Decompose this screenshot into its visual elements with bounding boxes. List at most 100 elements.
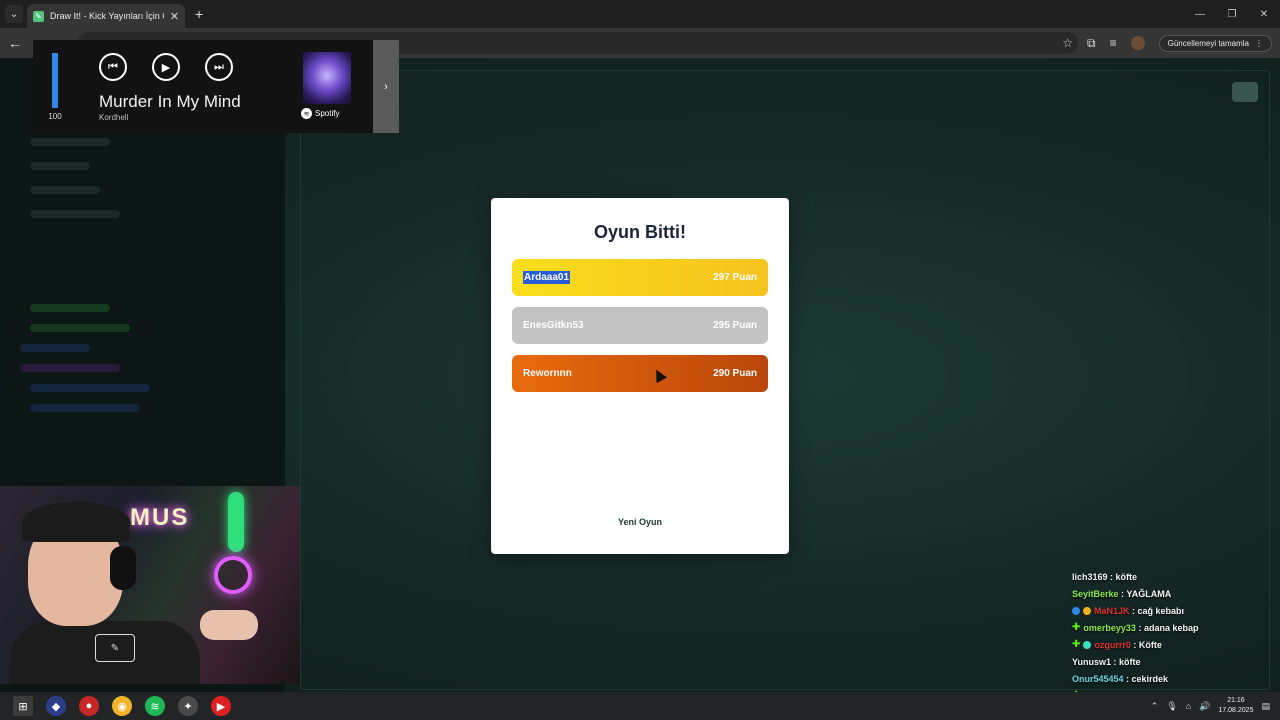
tab-search-icon[interactable]: ⌄ bbox=[5, 5, 23, 23]
profile-avatar[interactable] bbox=[1130, 36, 1145, 50]
chat-badge-icon bbox=[1083, 640, 1092, 649]
volume-bar[interactable] bbox=[52, 53, 58, 108]
chat-text: cağ kebabı bbox=[1137, 605, 1185, 616]
settings-button[interactable] bbox=[1232, 82, 1258, 102]
player-name: Rewornnn bbox=[523, 368, 572, 379]
player-score: 295 Puan bbox=[713, 320, 757, 331]
media-control-icon[interactable]: ≡ bbox=[1110, 36, 1117, 50]
chat-separator: : bbox=[1129, 605, 1138, 616]
notification-icon[interactable]: ▤ bbox=[1261, 701, 1270, 712]
chat-username[interactable]: omerbeyy33 bbox=[1083, 623, 1136, 633]
rank-row-first: Ardaaa01 297 Puan bbox=[512, 259, 768, 296]
chat-text: Köfte bbox=[1138, 639, 1162, 650]
game-over-card: Oyun Bitti! Ardaaa01 297 Puan EnesGitkn5… bbox=[491, 198, 789, 554]
chat-message: lich3169 : köfte bbox=[1072, 568, 1272, 585]
chat-badge-icon bbox=[1072, 606, 1080, 615]
volume-icon[interactable]: 🔊 bbox=[1199, 701, 1210, 712]
update-button[interactable]: Güncellemeyi tamamla ⋮ bbox=[1158, 34, 1272, 52]
clock-time: 21:16 bbox=[1227, 697, 1245, 704]
chat-username[interactable]: lich3169 bbox=[1072, 572, 1108, 582]
chat-message: ✚ omerbeyy33 : adana kebap bbox=[1072, 619, 1272, 636]
tab-title: Draw It! - Kick Yayınları İçin Çizim bbox=[50, 11, 164, 21]
chat-text: cekirdek bbox=[1131, 673, 1169, 684]
song-artist: Kordhell bbox=[99, 113, 129, 122]
chat-separator: : bbox=[1123, 673, 1132, 684]
rank-row-third: Rewornnn 290 Puan bbox=[512, 355, 768, 392]
taskbar-app-icon[interactable]: ✦ bbox=[178, 696, 198, 716]
chat-username[interactable]: Onur545454 bbox=[1072, 674, 1124, 684]
start-menu-icon[interactable]: ⊞ bbox=[13, 696, 33, 716]
update-button-label: Güncellemeyi tamamla bbox=[1167, 38, 1249, 48]
headset bbox=[110, 546, 136, 590]
youtube-icon[interactable]: ▶ bbox=[211, 696, 231, 716]
chat-text: köfte bbox=[1119, 656, 1141, 667]
subscriber-badge-icon: ✚ bbox=[1072, 639, 1081, 650]
browser-tab-bar: ⌄ ✎ Draw It! - Kick Yayınları İçin Çizim… bbox=[0, 0, 1280, 28]
expand-widget-button[interactable]: › bbox=[373, 40, 399, 133]
chat-username[interactable]: SeyitBerke bbox=[1072, 589, 1119, 599]
chat-text: köfte bbox=[1115, 571, 1138, 582]
chat-badge-icon bbox=[1083, 606, 1091, 615]
chat-separator: : bbox=[1135, 622, 1144, 633]
tab-favicon-icon: ✎ bbox=[33, 10, 44, 22]
clock[interactable]: 21:16 17.08.2025 bbox=[1218, 696, 1253, 716]
chat-message: Yunusw1 : köfte bbox=[1072, 653, 1272, 670]
streamer-cap bbox=[22, 502, 130, 542]
chat-separator: : bbox=[1118, 588, 1127, 599]
chat-username[interactable]: ozgurrr0 bbox=[1094, 640, 1131, 650]
window-controls: — ❐ ✕ bbox=[1184, 0, 1280, 28]
minimize-button[interactable]: — bbox=[1184, 0, 1216, 28]
song-title: Murder In My Mind bbox=[99, 92, 241, 111]
player-score: 290 Puan bbox=[713, 368, 757, 379]
volume-bar-fill bbox=[52, 53, 58, 108]
chat-username[interactable]: MaN1JK bbox=[1094, 606, 1130, 616]
game-over-title: Oyun Bitti! bbox=[594, 222, 686, 242]
chat-message: ✚ ozgurrr0 : Köfte bbox=[1072, 636, 1272, 653]
extensions-icon[interactable]: ⧉ bbox=[1087, 36, 1096, 51]
neon-cactus bbox=[228, 492, 244, 552]
subscriber-badge-icon: ✚ bbox=[1072, 622, 1081, 633]
neon-sign: MUS bbox=[130, 504, 190, 531]
streamer-hand bbox=[200, 610, 258, 640]
back-button[interactable]: ← bbox=[8, 35, 24, 51]
next-track-button[interactable]: ⏭ bbox=[205, 53, 233, 81]
taskbar-app-icon[interactable]: ◆ bbox=[46, 696, 66, 716]
play-button[interactable]: ▶ bbox=[152, 53, 180, 81]
player-name: EnesGitkn53 bbox=[523, 320, 584, 331]
spotify-brand: ≋ Spotify bbox=[301, 108, 339, 119]
player-name: Ardaaa01 bbox=[523, 271, 571, 284]
chat-message: Onur545454 : cekirdek bbox=[1072, 670, 1272, 687]
chat-message: SeyitBerke : YAĞLAMA bbox=[1072, 585, 1272, 602]
bookmark-star-icon[interactable]: ☆ bbox=[1062, 36, 1073, 50]
chat-text: adana kebap bbox=[1143, 622, 1199, 633]
system-tray: ⌃ 🎙 ⌂ 🔊 21:16 17.08.2025 ▤ bbox=[1151, 692, 1270, 720]
restore-button[interactable]: ❐ bbox=[1216, 0, 1248, 28]
network-icon[interactable]: ⌂ bbox=[1186, 701, 1191, 711]
album-art bbox=[303, 52, 351, 104]
volume-value: 100 bbox=[48, 112, 62, 121]
spotify-taskbar-icon[interactable]: ≋ bbox=[145, 696, 165, 716]
player-score: 297 Puan bbox=[713, 272, 757, 283]
taskbar: ⊞ ◆ ● ◉ ≋ ✦ ▶ ⌃ 🎙 ⌂ 🔊 21:16 17.08.2025 ▤ bbox=[0, 692, 1280, 720]
chat-overlay: lich3169 : köfte SeyitBerke : YAĞLAMA MaN1… bbox=[1072, 568, 1272, 704]
chat-separator: : bbox=[1107, 571, 1116, 582]
tab-close-icon[interactable]: ✕ bbox=[170, 10, 179, 23]
chat-message: MaN1JK : cağ kebabı bbox=[1072, 602, 1272, 619]
tray-chevron-icon[interactable]: ⌃ bbox=[1151, 701, 1159, 712]
new-tab-button[interactable]: + bbox=[195, 6, 203, 22]
chat-username[interactable]: Yunusw1 bbox=[1072, 657, 1111, 667]
spotify-brand-label: Spotify bbox=[315, 109, 340, 118]
spotify-logo-icon: ≋ bbox=[301, 108, 312, 119]
previous-track-button[interactable]: ⏮ bbox=[99, 53, 127, 81]
chrome-icon[interactable]: ◉ bbox=[112, 696, 132, 716]
taskbar-app-icon[interactable]: ● bbox=[79, 696, 99, 716]
neon-ring bbox=[214, 556, 252, 594]
more-menu-icon[interactable]: ⋮ bbox=[1255, 39, 1263, 48]
new-game-button[interactable]: Yeni Oyun bbox=[491, 517, 789, 527]
chat-separator: : bbox=[1130, 639, 1139, 650]
spotify-widget: 100 ⏮ ▶ ⏭ Murder In My Mind Kordhell ≋ S… bbox=[33, 40, 399, 133]
microphone-icon[interactable]: 🎙 bbox=[1166, 701, 1177, 712]
webcam-overlay: MUS ✎ bbox=[0, 486, 300, 684]
browser-tab[interactable]: ✎ Draw It! - Kick Yayınları İçin Çizim ✕ bbox=[27, 4, 185, 28]
close-window-button[interactable]: ✕ bbox=[1248, 0, 1280, 28]
